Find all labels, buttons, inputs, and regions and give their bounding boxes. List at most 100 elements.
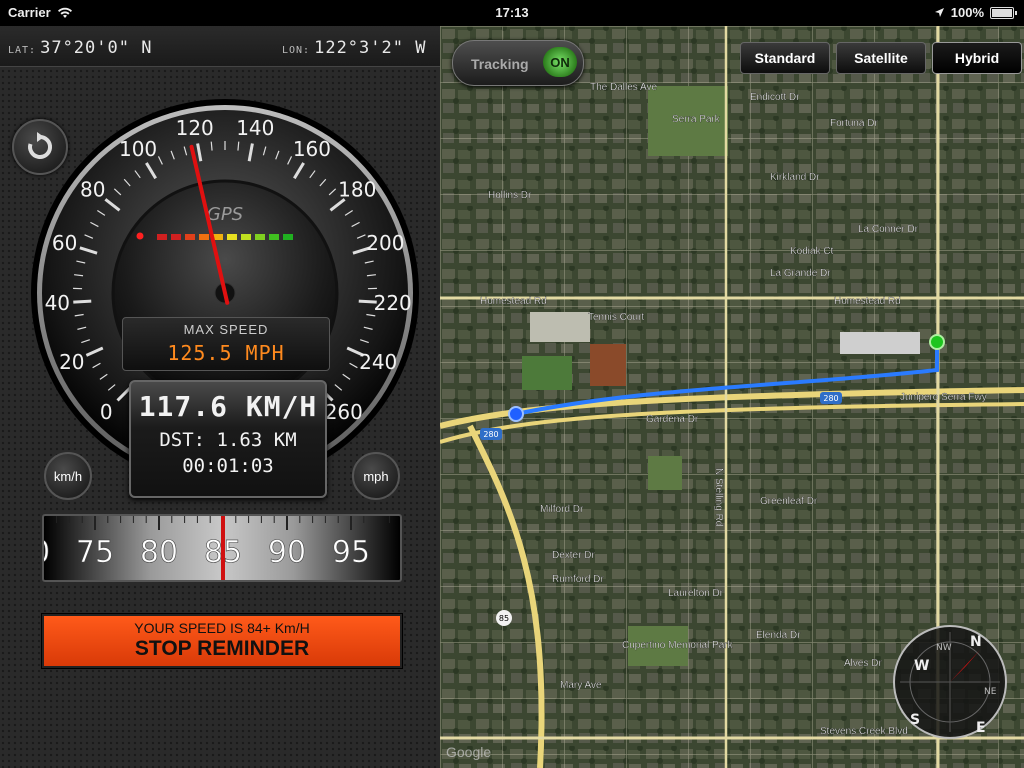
building-block bbox=[840, 332, 920, 354]
label-hollins: Hollins Dr bbox=[488, 190, 532, 201]
running-track bbox=[590, 344, 626, 386]
speed-led bbox=[171, 234, 181, 240]
school-buildings bbox=[530, 312, 590, 342]
longitude-value: 122°3'2" W bbox=[314, 38, 427, 58]
carrier-area: Carrier bbox=[8, 5, 73, 20]
compass-s: S bbox=[910, 712, 920, 728]
speed-led bbox=[241, 234, 251, 240]
gauge-tick-label: 120 bbox=[176, 116, 214, 140]
map-type-satellite[interactable]: Satellite bbox=[836, 42, 926, 74]
gauge-brand: GPS bbox=[207, 204, 243, 225]
mph-button[interactable]: mph bbox=[352, 452, 400, 500]
label-la-conner: La Conner Dr bbox=[858, 224, 919, 235]
longitude-label: LON: bbox=[282, 45, 311, 56]
refresh-icon bbox=[28, 132, 53, 159]
gauge-tick-label: 40 bbox=[45, 291, 70, 315]
label-alves: Alves Dr bbox=[844, 658, 882, 669]
stop-reminder-button[interactable]: YOUR SPEED IS 84+ Km/H STOP REMINDER bbox=[41, 613, 403, 669]
gauge-tick bbox=[237, 141, 240, 151]
label-gardena: Gardena Dr bbox=[646, 414, 699, 425]
gauge-tick-label: 140 bbox=[236, 116, 274, 140]
gauge-tick-label: 80 bbox=[80, 177, 105, 201]
latitude: LAT: 37°20'0" N bbox=[8, 38, 152, 58]
label-kodiak: Kodiak Ct bbox=[790, 246, 834, 257]
gauge-tick bbox=[210, 141, 213, 151]
speed-led bbox=[227, 234, 237, 240]
label-dexter: Dexter Dr bbox=[552, 550, 595, 561]
compass-n: N bbox=[970, 634, 982, 650]
status-bar: Carrier 17:13 100% bbox=[0, 0, 1024, 26]
gauge-tick-label: 60 bbox=[52, 231, 77, 255]
compass-nw: NW bbox=[936, 643, 952, 653]
label-n-stelling: N Stelling Rd bbox=[713, 468, 724, 526]
kmh-button[interactable]: km/h bbox=[44, 452, 92, 500]
label-homestead-west: Homestead Rd bbox=[480, 296, 547, 307]
label-fortuna: Fortuna Dr bbox=[830, 118, 878, 129]
current-location-pin bbox=[929, 334, 945, 350]
label-laurelton: Laurelton Dr bbox=[668, 588, 724, 599]
speed-led bbox=[255, 234, 265, 240]
hwy-280-label-west: 280 bbox=[483, 430, 498, 439]
battery-icon bbox=[990, 6, 1017, 19]
label-homestead-east: Homestead Rd bbox=[834, 296, 901, 307]
compass-ne: NE bbox=[984, 687, 997, 697]
gauge-marker-dot bbox=[136, 232, 144, 240]
coordinates-bar: LAT: 37°20'0" N LON: 122°3'2" W bbox=[0, 26, 440, 67]
label-cupertino-memorial-park: Cupertino Memorial Park bbox=[622, 640, 734, 651]
label-serra-park: Serra Park bbox=[672, 114, 721, 125]
hwy-85-label: 85 bbox=[499, 614, 509, 623]
gauge-tick-label: 200 bbox=[366, 231, 404, 255]
speed-led bbox=[283, 234, 293, 240]
speed-tape: 707580859095 bbox=[42, 514, 402, 582]
max-speed-panel: MAX SPEED 125.5 MPH bbox=[122, 317, 330, 371]
tape-label: 95 bbox=[332, 535, 370, 570]
gauge-tick-label: 100 bbox=[119, 137, 157, 161]
label-elenda: Elenda Dr bbox=[756, 630, 801, 641]
tape-label: 80 bbox=[140, 535, 178, 570]
park-patch bbox=[648, 456, 682, 490]
sports-field bbox=[522, 356, 572, 390]
speed-led bbox=[269, 234, 279, 240]
speedometer-panel: LAT: 37°20'0" N LON: 122°3'2" W 0 20 40 60 80 1… bbox=[0, 26, 440, 768]
tape-label: 75 bbox=[76, 535, 114, 570]
gauge-tick-label: 240 bbox=[359, 350, 397, 374]
label-mary-ave: Mary Ave bbox=[560, 680, 602, 691]
map-view[interactable]: 280 280 85 The Dalles Ave Serra Park End… bbox=[440, 26, 1024, 768]
tracking-on-indicator[interactable]: ON bbox=[543, 47, 577, 77]
carrier-label: Carrier bbox=[8, 5, 51, 20]
speed-led bbox=[199, 234, 209, 240]
label-junipero-serra: Junipero Serra Fwy bbox=[900, 392, 987, 403]
tracking-toggle[interactable]: Tracking ON bbox=[452, 40, 584, 86]
gauge-tick bbox=[73, 299, 92, 304]
latitude-label: LAT: bbox=[8, 45, 37, 56]
elapsed-time: 00:01:03 bbox=[182, 455, 274, 477]
gauge-tick-label: 160 bbox=[293, 137, 331, 161]
map-type-hybrid[interactable]: Hybrid bbox=[932, 42, 1022, 74]
speed-readout: 117.6 KM/H DST: 1.63 KM 00:01:03 bbox=[129, 380, 327, 498]
speed-tape-scale: 707580859095 bbox=[44, 516, 390, 580]
max-speed-label: MAX SPEED bbox=[183, 322, 269, 337]
label-la-grande: La Grande Dr bbox=[770, 268, 831, 279]
label-endicott: Endicott Dr bbox=[750, 92, 800, 103]
tape-center-marker bbox=[221, 516, 225, 580]
reset-button[interactable] bbox=[12, 119, 68, 175]
map-attribution: Google bbox=[446, 744, 492, 760]
gauge-tick-label: 20 bbox=[59, 350, 84, 374]
max-speed-value: 125.5 MPH bbox=[167, 341, 285, 365]
speed-led bbox=[157, 234, 167, 240]
tracking-label: Tracking bbox=[471, 56, 529, 72]
speed-led bbox=[185, 234, 195, 240]
label-kirkland: Kirkland Dr bbox=[770, 172, 820, 183]
hwy-280-label: 280 bbox=[823, 394, 838, 403]
gauge-tick-label: 0 bbox=[100, 400, 113, 424]
gauge-tick-label: 180 bbox=[338, 177, 376, 201]
current-speed: 117.6 KM/H bbox=[138, 390, 318, 423]
map-type-selector: Standard Satellite Hybrid bbox=[740, 42, 1022, 74]
wifi-icon bbox=[57, 7, 72, 18]
map-type-standard[interactable]: Standard bbox=[740, 42, 830, 74]
latitude-value: 37°20'0" N bbox=[40, 38, 153, 58]
tape-label: 90 bbox=[268, 535, 306, 570]
compass: N W E S NW NE bbox=[893, 625, 1007, 739]
reminder-message: YOUR SPEED IS 84+ Km/H bbox=[134, 620, 310, 636]
status-right: 100% bbox=[934, 5, 1017, 20]
